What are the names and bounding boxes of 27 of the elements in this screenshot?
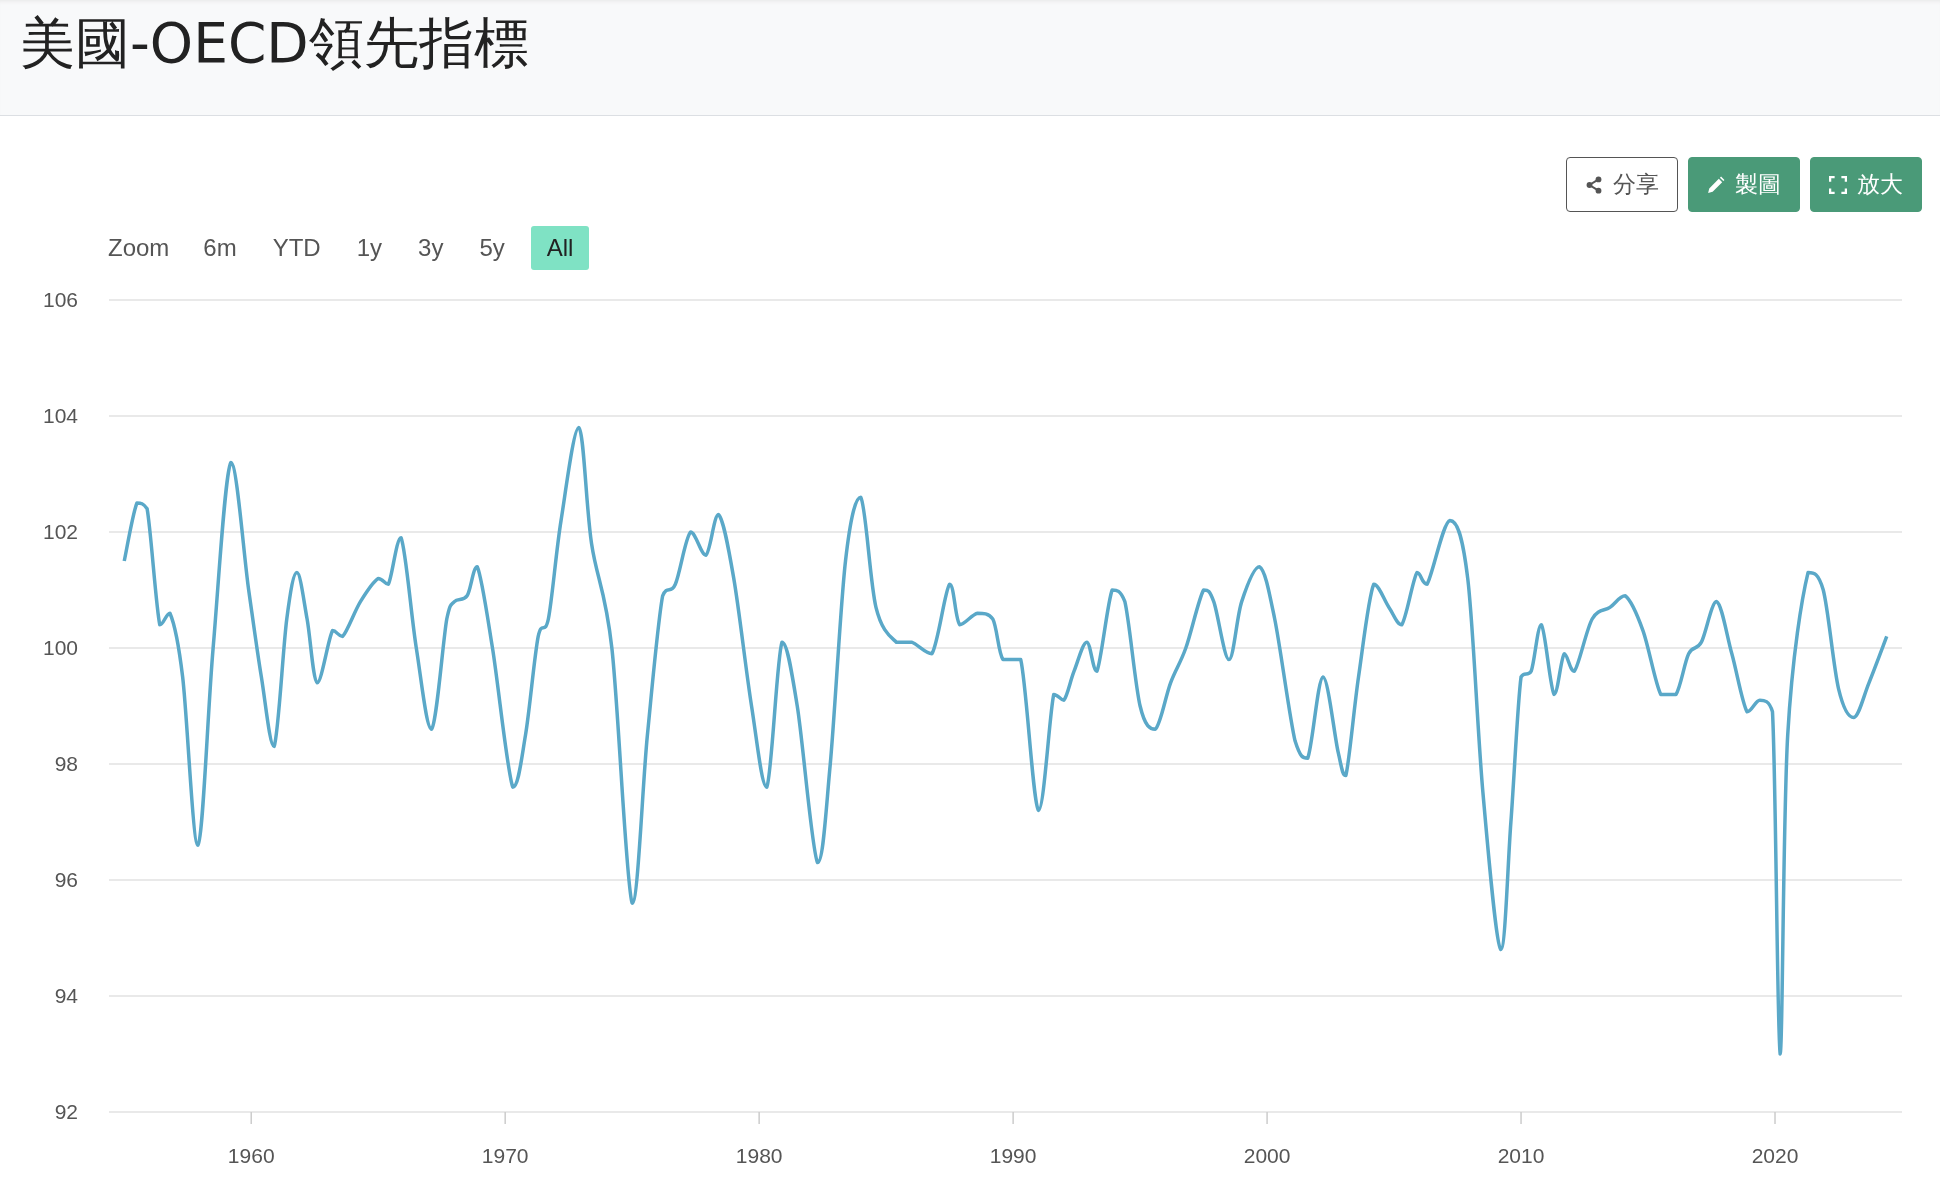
y-axis-label: 98 [54, 752, 78, 775]
share-icon [1585, 175, 1603, 194]
range-button[interactable]: YTD [262, 226, 331, 270]
x-axis-label: 1960 [227, 1144, 275, 1167]
range-button[interactable]: All [530, 226, 590, 270]
x-axis-label: 2000 [1243, 1144, 1291, 1167]
zoom-label: Zoom [108, 234, 170, 262]
range-button[interactable]: 5y [469, 226, 515, 270]
x-axis-label: 1990 [989, 1144, 1037, 1167]
y-axis-label: 102 [42, 520, 78, 543]
y-axis-label: 96 [54, 868, 78, 891]
y-axis-label: 92 [54, 1100, 78, 1123]
range-button[interactable]: 3y [408, 226, 454, 270]
range-button[interactable]: 1y [346, 226, 393, 270]
expand-icon [1829, 175, 1847, 194]
pencil-icon [1707, 175, 1725, 194]
range-button[interactable]: 6m [193, 226, 247, 270]
page-title: 美國-OECD領先指標 [20, 10, 529, 77]
x-axis-label: 1980 [735, 1144, 783, 1167]
y-axis-label: 100 [42, 636, 78, 659]
y-axis-label: 104 [42, 404, 78, 427]
x-axis-label: 1970 [481, 1144, 529, 1167]
x-axis-label: 2020 [1751, 1144, 1799, 1167]
share-button[interactable]: 分享 [1566, 157, 1678, 212]
y-axis-label: 106 [42, 288, 78, 311]
x-axis-label: 2010 [1497, 1144, 1545, 1167]
y-axis-label: 94 [54, 984, 78, 1007]
